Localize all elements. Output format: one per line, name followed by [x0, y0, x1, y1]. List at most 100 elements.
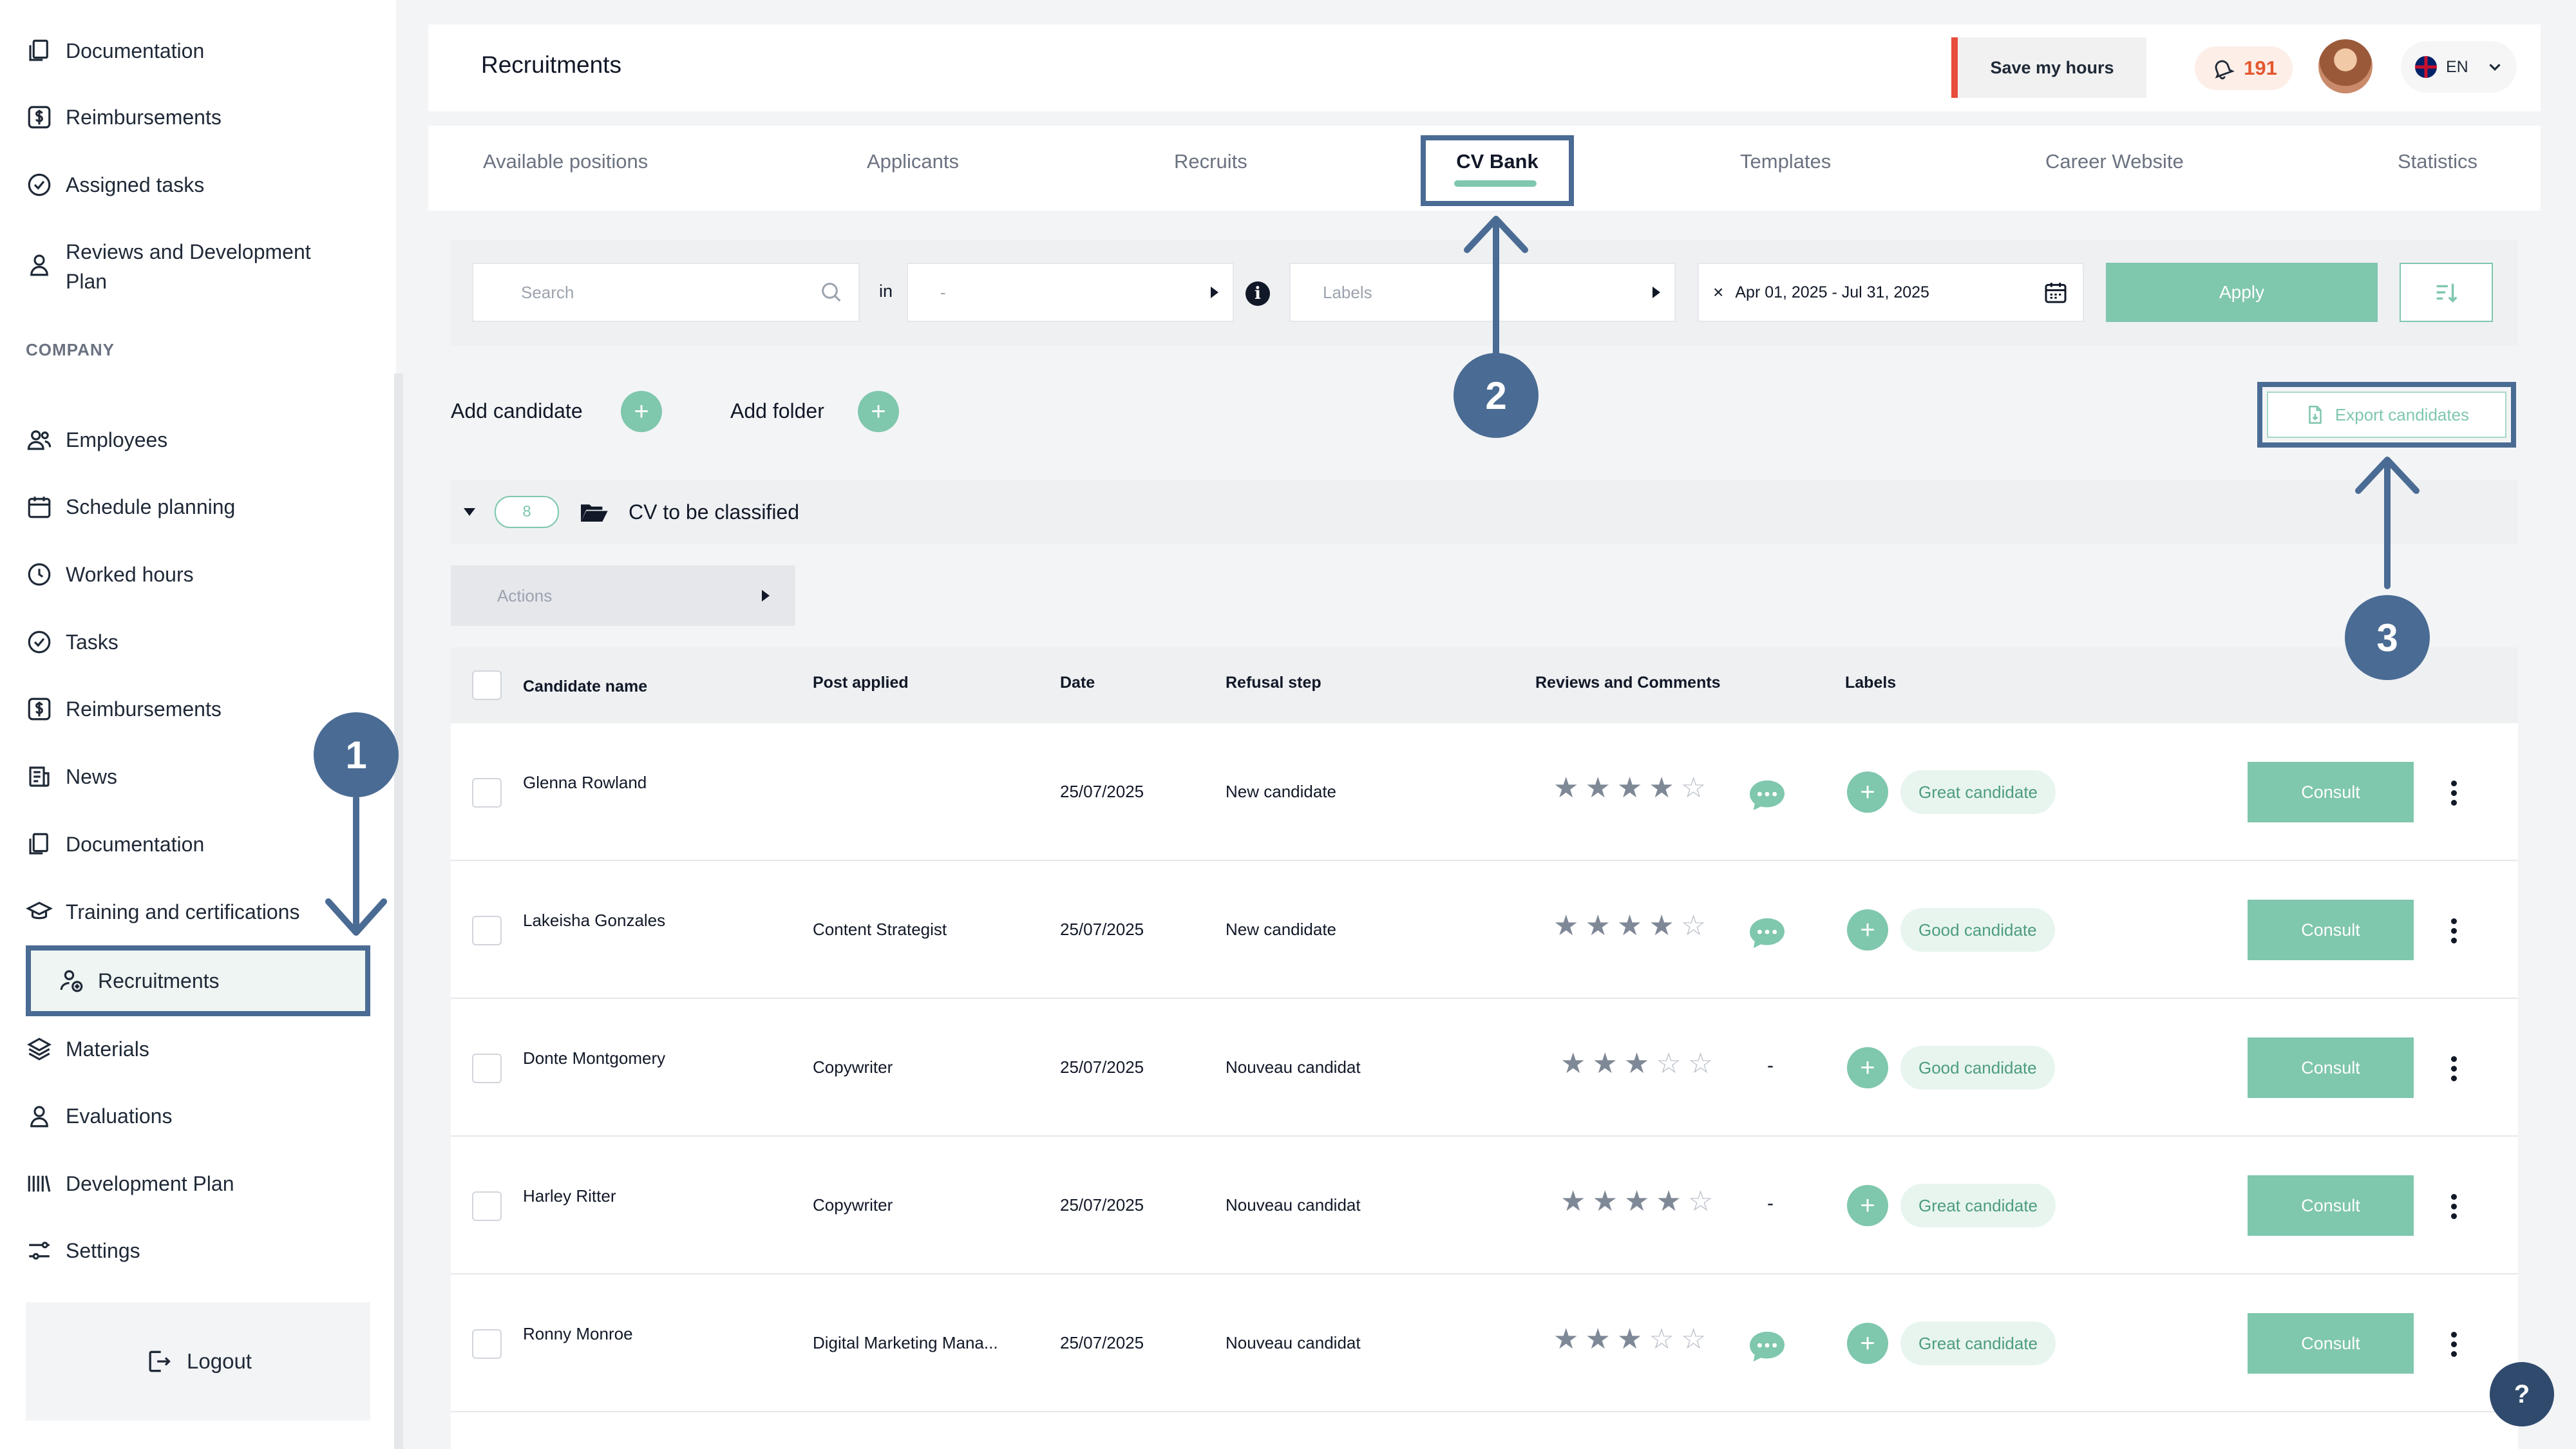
more-options-icon[interactable] [2450, 1194, 2458, 1219]
consult-button[interactable]: Consult [2248, 762, 2414, 822]
search-input[interactable]: Search [472, 263, 860, 322]
rating-stars[interactable]: ★ ★ ★ ☆ ☆ [1560, 1050, 1713, 1078]
add-candidate-button[interactable]: + [621, 391, 662, 432]
star-filled-icon[interactable]: ★ [1592, 1050, 1617, 1078]
sidebar-item-reimbursements[interactable]: Reimbursements [26, 88, 222, 146]
more-options-icon[interactable] [2450, 781, 2458, 806]
add-label-button[interactable]: + [1847, 772, 1888, 813]
star-empty-icon[interactable]: ☆ [1681, 912, 1706, 940]
add-label-button[interactable]: + [1847, 1047, 1888, 1088]
comments-icon[interactable] [1747, 1329, 1788, 1364]
sidebar-item-tasks[interactable]: Tasks [26, 613, 118, 671]
tab-available-positions[interactable]: Available positions [483, 150, 648, 173]
sidebar-item-assigned-tasks[interactable]: Assigned tasks [26, 156, 204, 214]
star-filled-icon[interactable]: ★ [1585, 912, 1610, 940]
star-filled-icon[interactable]: ★ [1624, 1050, 1649, 1078]
header-date[interactable]: Date [1060, 674, 1095, 692]
row-checkbox[interactable] [472, 1054, 502, 1083]
rating-stars[interactable]: ★ ★ ★ ★ ☆ [1553, 774, 1706, 802]
search-scope-select[interactable]: - [907, 263, 1234, 322]
star-filled-icon[interactable]: ★ [1585, 774, 1610, 802]
add-folder-button[interactable]: + [858, 391, 899, 432]
star-filled-icon[interactable]: ★ [1649, 774, 1674, 802]
star-filled-icon[interactable]: ★ [1656, 1188, 1681, 1216]
header-post-applied[interactable]: Post applied [813, 674, 909, 692]
star-empty-icon[interactable]: ☆ [1649, 1325, 1674, 1354]
avatar[interactable] [2318, 39, 2372, 93]
sidebar-item-development-plan[interactable]: Development Plan [26, 1155, 234, 1213]
comments-icon[interactable] [1747, 916, 1788, 951]
consult-button[interactable]: Consult [2248, 900, 2414, 960]
star-filled-icon[interactable]: ★ [1592, 1188, 1617, 1216]
help-button[interactable]: ? [2490, 1362, 2554, 1426]
save-my-hours-button[interactable]: Save my hours [1951, 37, 2146, 98]
consult-button[interactable]: Consult [2248, 1313, 2414, 1374]
tab-applicants[interactable]: Applicants [867, 150, 959, 173]
caret-down-icon[interactable] [464, 508, 475, 516]
star-empty-icon[interactable]: ☆ [1656, 1050, 1681, 1078]
sidebar-item-employees[interactable]: Employees [26, 411, 167, 469]
star-filled-icon[interactable]: ★ [1617, 774, 1642, 802]
star-empty-icon[interactable]: ☆ [1681, 1325, 1706, 1354]
rating-stars[interactable]: ★ ★ ★ ★ ☆ [1553, 912, 1706, 940]
sidebar-item-training-certifications[interactable]: Training and certifications [26, 883, 299, 941]
star-filled-icon[interactable]: ★ [1624, 1188, 1649, 1216]
sidebar-item-materials[interactable]: Materials [26, 1020, 149, 1078]
folder-row[interactable]: 8 CV to be classified [451, 480, 2518, 544]
add-label-button[interactable]: + [1847, 909, 1888, 951]
sidebar-item-evaluations[interactable]: Evaluations [26, 1087, 172, 1145]
add-label-button[interactable]: + [1847, 1323, 1888, 1364]
row-checkbox[interactable] [472, 778, 502, 808]
comments-icon[interactable] [1747, 778, 1788, 813]
notifications-button[interactable]: 191 [2195, 46, 2293, 90]
candidate-name[interactable]: Lakeisha Gonzales [523, 911, 665, 931]
tab-career-website[interactable]: Career Website [2045, 150, 2184, 173]
candidate-name[interactable]: Harley Ritter [523, 1186, 616, 1206]
consult-button[interactable]: Consult [2248, 1037, 2414, 1098]
more-options-icon[interactable] [2450, 1056, 2458, 1081]
date-range-picker[interactable]: × Apr 01, 2025 - Jul 31, 2025 [1698, 263, 2084, 322]
tab-templates[interactable]: Templates [1740, 150, 1831, 173]
export-candidates-button[interactable]: Export candidates [2267, 392, 2506, 438]
logout-button[interactable]: Logout [26, 1302, 370, 1421]
header-refusal-step[interactable]: Refusal step [1226, 674, 1321, 692]
sidebar-scrollbar[interactable] [394, 374, 403, 1449]
add-label-button[interactable]: + [1847, 1185, 1888, 1226]
actions-select[interactable]: Actions [451, 565, 795, 626]
row-checkbox[interactable] [472, 1329, 502, 1359]
tab-cv-bank[interactable]: CV Bank [1421, 150, 1574, 173]
more-options-icon[interactable] [2450, 1332, 2458, 1357]
labels-select[interactable]: Labels [1289, 263, 1676, 322]
tab-recruits[interactable]: Recruits [1174, 150, 1247, 173]
consult-button[interactable]: Consult [2248, 1175, 2414, 1236]
star-filled-icon[interactable]: ★ [1649, 912, 1674, 940]
star-empty-icon[interactable]: ☆ [1688, 1050, 1713, 1078]
sidebar-item-settings[interactable]: Settings [26, 1222, 140, 1280]
header-candidate-name[interactable]: Candidate name [523, 677, 647, 696]
select-all-checkbox[interactable] [472, 670, 502, 700]
star-filled-icon[interactable]: ★ [1560, 1050, 1586, 1078]
candidate-name[interactable]: Ronny Monroe [523, 1324, 633, 1344]
star-filled-icon[interactable]: ★ [1553, 912, 1578, 940]
sidebar-item-reviews-development-plan[interactable]: Reviews and Development Plan [26, 237, 311, 308]
star-filled-icon[interactable]: ★ [1553, 774, 1578, 802]
candidate-name[interactable]: Glenna Rowland [523, 773, 647, 793]
sidebar-item-schedule-planning[interactable]: Schedule planning [26, 478, 235, 536]
star-filled-icon[interactable]: ★ [1617, 912, 1642, 940]
sidebar-item-documentation[interactable]: Documentation [26, 22, 204, 80]
sort-button[interactable] [2400, 263, 2493, 322]
star-empty-icon[interactable]: ☆ [1688, 1188, 1713, 1216]
star-empty-icon[interactable]: ☆ [1681, 774, 1706, 802]
star-filled-icon[interactable]: ★ [1560, 1188, 1586, 1216]
sidebar-item-reimbursements-company[interactable]: Reimbursements [26, 680, 222, 738]
sidebar-item-worked-hours[interactable]: Worked hours [26, 545, 194, 603]
clear-date-icon[interactable]: × [1713, 282, 1723, 303]
apply-button[interactable]: Apply [2106, 263, 2378, 322]
star-filled-icon[interactable]: ★ [1553, 1325, 1578, 1354]
candidate-name[interactable]: Donte Montgomery [523, 1048, 665, 1068]
sidebar-item-news[interactable]: News [26, 748, 117, 806]
star-filled-icon[interactable]: ★ [1585, 1325, 1610, 1354]
star-filled-icon[interactable]: ★ [1617, 1325, 1642, 1354]
row-checkbox[interactable] [472, 916, 502, 945]
language-selector[interactable]: EN [2401, 41, 2517, 93]
